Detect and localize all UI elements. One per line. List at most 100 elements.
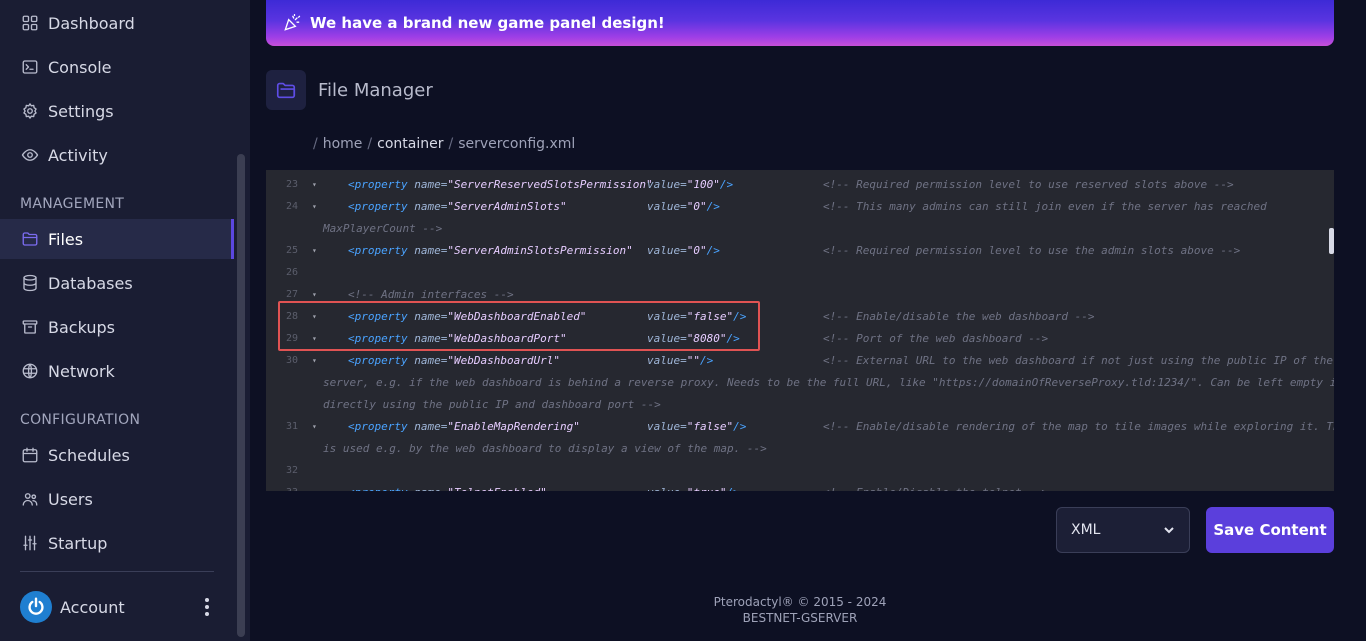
breadcrumb-separator: / <box>313 136 318 152</box>
code-attr: name= <box>407 178 448 191</box>
save-content-button[interactable]: Save Content <box>1206 507 1334 553</box>
breadcrumb-separator: / <box>448 136 454 152</box>
code-attr-value: "0" <box>686 200 707 213</box>
line-number: 31 <box>285 421 298 432</box>
breadcrumb-container[interactable]: container <box>377 136 443 152</box>
editor-scrollbar[interactable] <box>1329 228 1334 254</box>
line-number: 25 <box>285 245 298 256</box>
code-attr-value: "100" <box>686 178 720 191</box>
calendar-icon <box>20 445 40 465</box>
sidebar-item-users[interactable]: Users <box>0 479 234 519</box>
sidebar-item-schedules[interactable]: Schedules <box>0 435 234 475</box>
code-comment-continuation: server, e.g. if the web dashboard is beh… <box>323 376 1334 389</box>
code-line[interactable]: MaxPlayerCount --> <box>266 218 1326 240</box>
fold-toggle-icon[interactable]: ▾ <box>312 174 317 196</box>
code-value: value="100"/> <box>647 174 733 196</box>
sidebar-item-files[interactable]: Files <box>0 219 234 259</box>
sidebar: Dashboard Console Settings Activity MANA… <box>0 0 250 641</box>
sidebar-item-label: Console <box>48 57 112 77</box>
sidebar-item-settings[interactable]: Settings <box>0 91 234 131</box>
code-value: value=""/> <box>647 350 713 372</box>
footer-server-name: BESTNET-GSERVER <box>742 611 858 625</box>
sidebar-item-label: Users <box>48 489 93 509</box>
code-line[interactable]: 31 ▾ <property name="EnableMapRendering" va… <box>266 416 1334 438</box>
code-comment: <!-- Enable/Disable the telnet --> <box>823 482 1048 491</box>
code-tag: <property <box>348 244 408 257</box>
sidebar-item-databases[interactable]: Databases <box>0 263 234 303</box>
code-attr: value= <box>647 200 687 213</box>
line-number: 24 <box>285 201 298 212</box>
code-attr-value: "" <box>686 354 700 367</box>
folder-icon <box>20 229 40 249</box>
grid-icon <box>20 13 40 33</box>
language-select[interactable]: XML <box>1056 507 1190 553</box>
account-label: Account <box>60 597 125 617</box>
code-line[interactable]: 32 <box>266 460 1326 482</box>
fold-toggle-icon[interactable]: ▾ <box>312 482 317 491</box>
section-label-management: MANAGEMENT <box>20 196 125 212</box>
code-tag: <property <box>348 354 408 367</box>
code-attr-value: "ServerReservedSlotsPermission" <box>447 178 653 191</box>
fold-toggle-icon[interactable]: ▾ <box>312 196 317 218</box>
code-text: <property name="ServerReservedSlotsPermi… <box>348 174 653 196</box>
sidebar-item-dashboard[interactable]: Dashboard <box>0 3 234 43</box>
gear-icon <box>20 101 40 121</box>
code-tag-close: /> <box>727 486 740 491</box>
code-comment-continuation: is used e.g. by the web dashboard to dis… <box>323 442 767 455</box>
more-options-icon[interactable] <box>200 598 214 616</box>
code-line[interactable]: 26 <box>266 262 1326 284</box>
announcement-banner: We have a brand new game panel design! <box>266 0 1334 46</box>
code-line[interactable]: is used e.g. by the web dashboard to dis… <box>266 438 1326 460</box>
code-text: <property name="ServerAdminSlotsPermissi… <box>348 240 633 262</box>
code-attr-value: "false" <box>686 420 734 433</box>
code-comment-continuation: directly using the public IP and dashboa… <box>323 398 661 411</box>
code-attr: name= <box>407 244 448 257</box>
code-attr: value= <box>647 486 687 491</box>
code-text: <property name="WebDashboardUrl" <box>348 350 560 372</box>
sidebar-item-label: Databases <box>48 273 133 293</box>
globe-icon <box>20 361 40 381</box>
footer-copyright: Pterodactyl® © 2015 - 2024 <box>713 595 887 609</box>
code-tag-close: /> <box>706 200 720 213</box>
code-text: <property name="ServerAdminSlots" <box>348 196 567 218</box>
power-icon <box>28 597 44 615</box>
code-value: value="true"/> <box>647 482 740 491</box>
code-line[interactable]: 23 ▾ <property name="ServerReservedSlotsPe… <box>266 174 1326 196</box>
fold-toggle-icon[interactable]: ▾ <box>312 350 317 372</box>
fold-toggle-icon[interactable]: ▾ <box>312 240 317 262</box>
sidebar-scrollbar[interactable] <box>237 154 245 637</box>
party-popper-icon <box>282 13 302 33</box>
code-comment: <!-- This many admins can still join eve… <box>823 200 1267 213</box>
account-menu[interactable]: Account <box>20 590 214 624</box>
line-number: 30 <box>285 355 298 366</box>
code-line[interactable]: 25 ▾ <property name="ServerAdminSlotsPermi… <box>266 240 1326 262</box>
sidebar-item-label: Files <box>48 229 84 249</box>
code-line[interactable]: server, e.g. if the web dashboard is beh… <box>266 372 1334 394</box>
code-text: <property name="EnableMapRendering" <box>348 416 580 438</box>
folder-open-icon <box>266 70 306 110</box>
database-icon <box>20 273 40 293</box>
breadcrumb-file: serverconfig.xml <box>458 136 576 152</box>
code-attr-value: "WebDashboardUrl" <box>447 354 560 367</box>
code-value: value="0"/> <box>647 196 720 218</box>
fold-toggle-icon[interactable]: ▾ <box>312 416 317 438</box>
code-line[interactable]: 30 ▾ <property name="WebDashboardUrl" value… <box>266 350 1333 372</box>
sidebar-item-activity[interactable]: Activity <box>0 135 234 175</box>
code-line[interactable]: directly using the public IP and dashboa… <box>266 394 1326 416</box>
sidebar-item-console[interactable]: Console <box>0 47 234 87</box>
code-attr: value= <box>647 354 687 367</box>
code-line[interactable]: 33▾<property name="TelnetEnabled"value="… <box>266 482 1326 491</box>
sidebar-item-network[interactable]: Network <box>0 351 234 391</box>
code-attr-value: "ServerAdminSlots" <box>447 200 567 213</box>
sidebar-item-label: Dashboard <box>48 13 135 33</box>
sidebar-item-backups[interactable]: Backups <box>0 307 234 347</box>
sidebar-item-startup[interactable]: Startup <box>0 523 234 563</box>
breadcrumb-home[interactable]: home <box>323 136 363 152</box>
code-attr-value: "0" <box>686 244 707 257</box>
users-icon <box>20 489 40 509</box>
code-line[interactable]: 24 ▾ <property name="ServerAdminSlots" valu… <box>266 196 1326 218</box>
code-comment: <!-- Enable/disable the web dashboard --… <box>823 310 1095 323</box>
code-attr: name= <box>408 486 447 491</box>
code-tag: <property <box>348 200 408 213</box>
language-select-value: XML <box>1071 522 1101 538</box>
